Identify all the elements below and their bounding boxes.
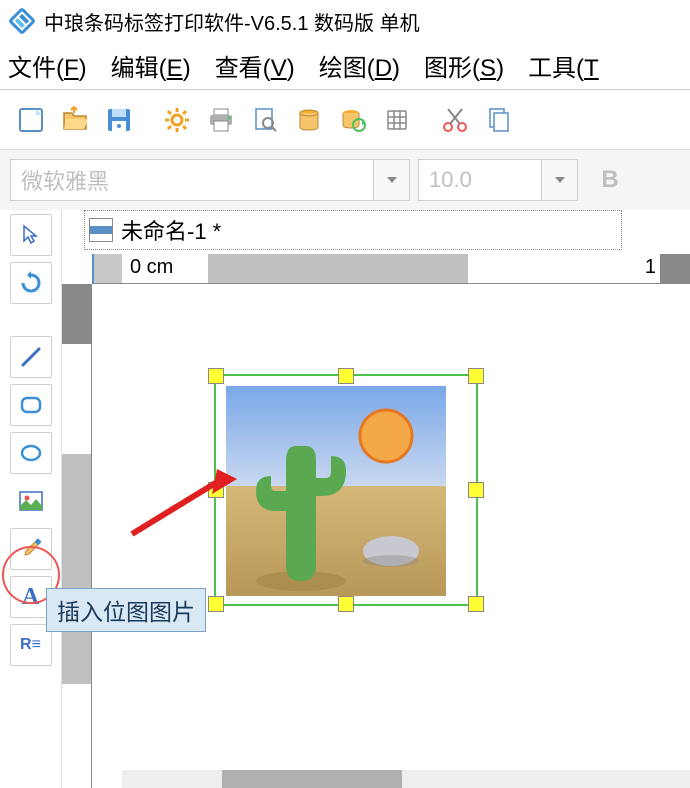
placeholder-image-icon (226, 386, 446, 596)
title-bar: 中琅条码标签打印软件-V6.5.1 数码版 单机 (0, 0, 690, 42)
menu-shape[interactable]: 图形(S) (424, 48, 504, 83)
ruler-origin-label: 0 cm (130, 256, 173, 279)
app-title: 中琅条码标签打印软件-V6.5.1 数码版 单机 (44, 7, 420, 36)
resize-handle-tr[interactable] (468, 368, 484, 384)
resize-handle-br[interactable] (468, 596, 484, 612)
save-button[interactable] (98, 99, 140, 141)
rounded-rect-tool[interactable] (10, 384, 52, 426)
resize-handle-ml[interactable] (208, 482, 224, 498)
new-button[interactable] (10, 99, 52, 141)
database-button[interactable] (288, 99, 330, 141)
menu-tools[interactable]: 工具(T (528, 48, 599, 83)
settings-button[interactable] (156, 99, 198, 141)
font-name-select[interactable]: 微软雅黑 (10, 159, 410, 201)
menu-bar: 文件(F) 编辑(E) 查看(V) 绘图(D) 图形(S) 工具(T (0, 42, 690, 90)
document-tab-label: 未命名-1 * (121, 214, 221, 246)
font-name-value: 微软雅黑 (11, 164, 373, 196)
font-name-dropdown-icon[interactable] (373, 160, 409, 200)
font-size-select[interactable]: 10.0 (418, 159, 578, 201)
pointer-tool[interactable] (10, 214, 52, 256)
selected-object[interactable] (214, 374, 478, 606)
copy-button[interactable] (478, 99, 520, 141)
font-size-dropdown-icon[interactable] (541, 160, 577, 200)
app-logo-icon (5, 4, 39, 38)
menu-draw[interactable]: 绘图(D) (319, 48, 400, 83)
workspace: A R≡ 插入位图图片 未命名-1 * 0 cm 1 (0, 210, 690, 788)
resize-handle-mr[interactable] (468, 482, 484, 498)
insert-image-tool[interactable] (10, 480, 52, 522)
ellipse-tool[interactable] (10, 432, 52, 474)
menu-file[interactable]: 文件(F) (8, 48, 87, 83)
eyedropper-tool[interactable] (10, 528, 52, 570)
database-refresh-button[interactable] (332, 99, 374, 141)
canvas[interactable] (92, 284, 690, 788)
resize-handle-tl[interactable] (208, 368, 224, 384)
menu-edit[interactable]: 编辑(E) (111, 48, 191, 83)
rotate-tool[interactable] (10, 262, 52, 304)
menu-view[interactable]: 查看(V) (215, 48, 295, 83)
canvas-area: 未命名-1 * 0 cm 1 (62, 210, 690, 788)
ruler-origin-line (92, 254, 94, 284)
resize-handle-bm[interactable] (338, 596, 354, 612)
font-toolbar: 微软雅黑 10.0 B (0, 150, 690, 210)
cut-button[interactable] (434, 99, 476, 141)
ruler-horizontal[interactable]: 0 cm 1 (92, 254, 690, 284)
bold-button[interactable]: B (586, 159, 634, 201)
preview-button[interactable] (244, 99, 286, 141)
ruler-vertical[interactable] (62, 284, 92, 788)
print-button[interactable] (200, 99, 242, 141)
open-button[interactable] (54, 99, 96, 141)
document-tab[interactable]: 未命名-1 * (84, 210, 622, 250)
side-toolbar: A R≡ 插入位图图片 (0, 210, 62, 788)
document-tab-icon (89, 218, 113, 242)
resize-handle-tm[interactable] (338, 368, 354, 384)
bottom-scrollbar[interactable] (122, 770, 690, 788)
grid-button[interactable] (376, 99, 418, 141)
line-tool[interactable] (10, 336, 52, 378)
main-toolbar (0, 90, 690, 150)
tooltip: 插入位图图片 (46, 588, 206, 632)
ruler-far-label: 1 (645, 256, 656, 279)
font-size-value: 10.0 (419, 167, 541, 193)
resize-handle-bl[interactable] (208, 596, 224, 612)
